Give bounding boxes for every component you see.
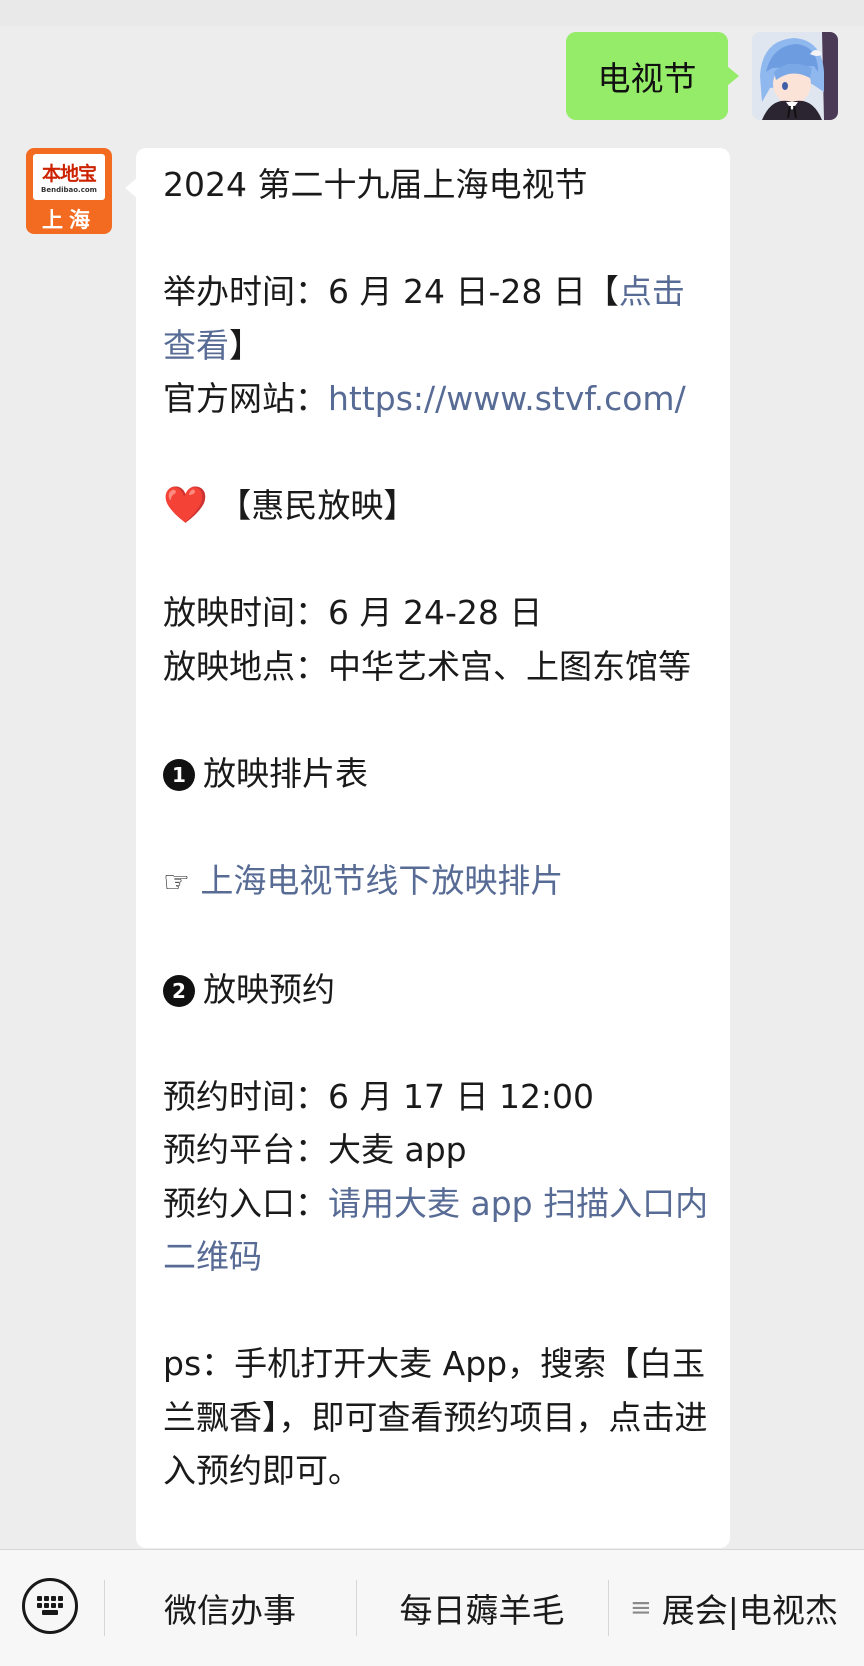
anime-avatar-image: [752, 32, 838, 120]
user-avatar[interactable]: [752, 32, 838, 120]
heart-icon: ❤️: [163, 485, 208, 526]
user-message-text: 电视节: [597, 59, 697, 98]
menu-label-2: 每日薅羊毛: [399, 1591, 565, 1630]
avatar-logo-panel: 本地宝 Bendibao.com: [33, 154, 105, 200]
step1-heading: 1 放映排片表: [163, 747, 709, 801]
reply-message-bubble[interactable]: 2024 第二十九届上海电视节 举办时间：6 月 24 日-28 日【点击查看】…: [125, 148, 730, 1548]
step2-number-icon: 2: [163, 974, 195, 1007]
section-heading: ❤️ 【惠民放映】: [163, 479, 709, 533]
reply-message-body: 2024 第二十九届上海电视节 举办时间：6 月 24 日-28 日【点击查看】…: [163, 158, 709, 1498]
ps-note: ps：手机打开大麦 App，搜索【白玉兰飘香】，即可查看预约项目，点击进入预约即…: [163, 1344, 708, 1490]
website-line: 官方网站：https://www.stvf.com/: [163, 372, 709, 426]
hold-time-label: 举办时间：: [163, 272, 328, 311]
hold-time-bracket-open: 【: [585, 272, 619, 311]
menu-label-3: 展会|电视杰: [661, 1591, 838, 1630]
step1-title: 放映排片表: [203, 753, 368, 793]
booking-time-line: 预约时间：6 月 17 日 12:00: [163, 1076, 595, 1116]
screen-place-line: 放映地点：中华艺术宫、上图东馆等: [163, 646, 691, 686]
schedule-line: ☞ 上海电视节线下放映排片: [163, 854, 709, 910]
booking-platform-line: 预约平台：大麦 app: [163, 1130, 467, 1169]
schedule-link[interactable]: 上海电视节线下放映排片: [200, 861, 563, 900]
menu-expo-tv[interactable]: ≡ 展会|电视杰: [608, 1550, 864, 1666]
menu-label-1: 微信办事: [164, 1591, 296, 1630]
website-label: 官方网站：: [163, 379, 328, 418]
hold-time-line: 举办时间：6 月 24 日-28 日【点击查看】: [163, 265, 709, 372]
avatar-brand-text: 本地宝: [41, 163, 97, 185]
event-title: 2024 第二十九届上海电视节: [163, 165, 588, 204]
keyboard-toggle-button[interactable]: [22, 1578, 78, 1634]
menu-daily-deals[interactable]: 每日薅羊毛: [356, 1550, 608, 1666]
bottom-menu-bar: 微信办事 每日薅羊毛 ≡ 展会|电视杰: [0, 1549, 864, 1666]
user-message-bubble[interactable]: 电视节: [566, 32, 739, 120]
screen-time-line: 放映时间：6 月 24-28 日: [163, 593, 543, 632]
section-title: 【惠民放映】: [218, 486, 417, 525]
menu-list-icon: ≡: [630, 1593, 652, 1623]
booking-entry-line: 预约入口：请用大麦 app 扫描入口内二维码: [163, 1177, 709, 1284]
bendibao-avatar[interactable]: 本地宝 Bendibao.com 上海: [26, 148, 112, 234]
step1-number-icon: 1: [163, 758, 195, 791]
avatar-url-text: Bendibao.com: [41, 186, 97, 194]
keyboard-icon: [37, 1596, 63, 1615]
menu-wechat-services[interactable]: 微信办事: [104, 1550, 356, 1666]
website-link[interactable]: https://www.stvf.com/: [328, 379, 686, 418]
hold-time-bracket-close: 】: [229, 325, 262, 365]
avatar-city-text: 上海: [42, 208, 96, 232]
pointing-hand-icon: ☞: [163, 864, 190, 900]
step2-title: 放映预约: [203, 969, 335, 1009]
top-strip: [0, 0, 864, 26]
hold-time-value: 6 月 24 日-28 日: [328, 272, 586, 311]
step2-heading: 2 放映预约: [163, 963, 709, 1017]
booking-entry-label: 预约入口：: [163, 1183, 328, 1223]
